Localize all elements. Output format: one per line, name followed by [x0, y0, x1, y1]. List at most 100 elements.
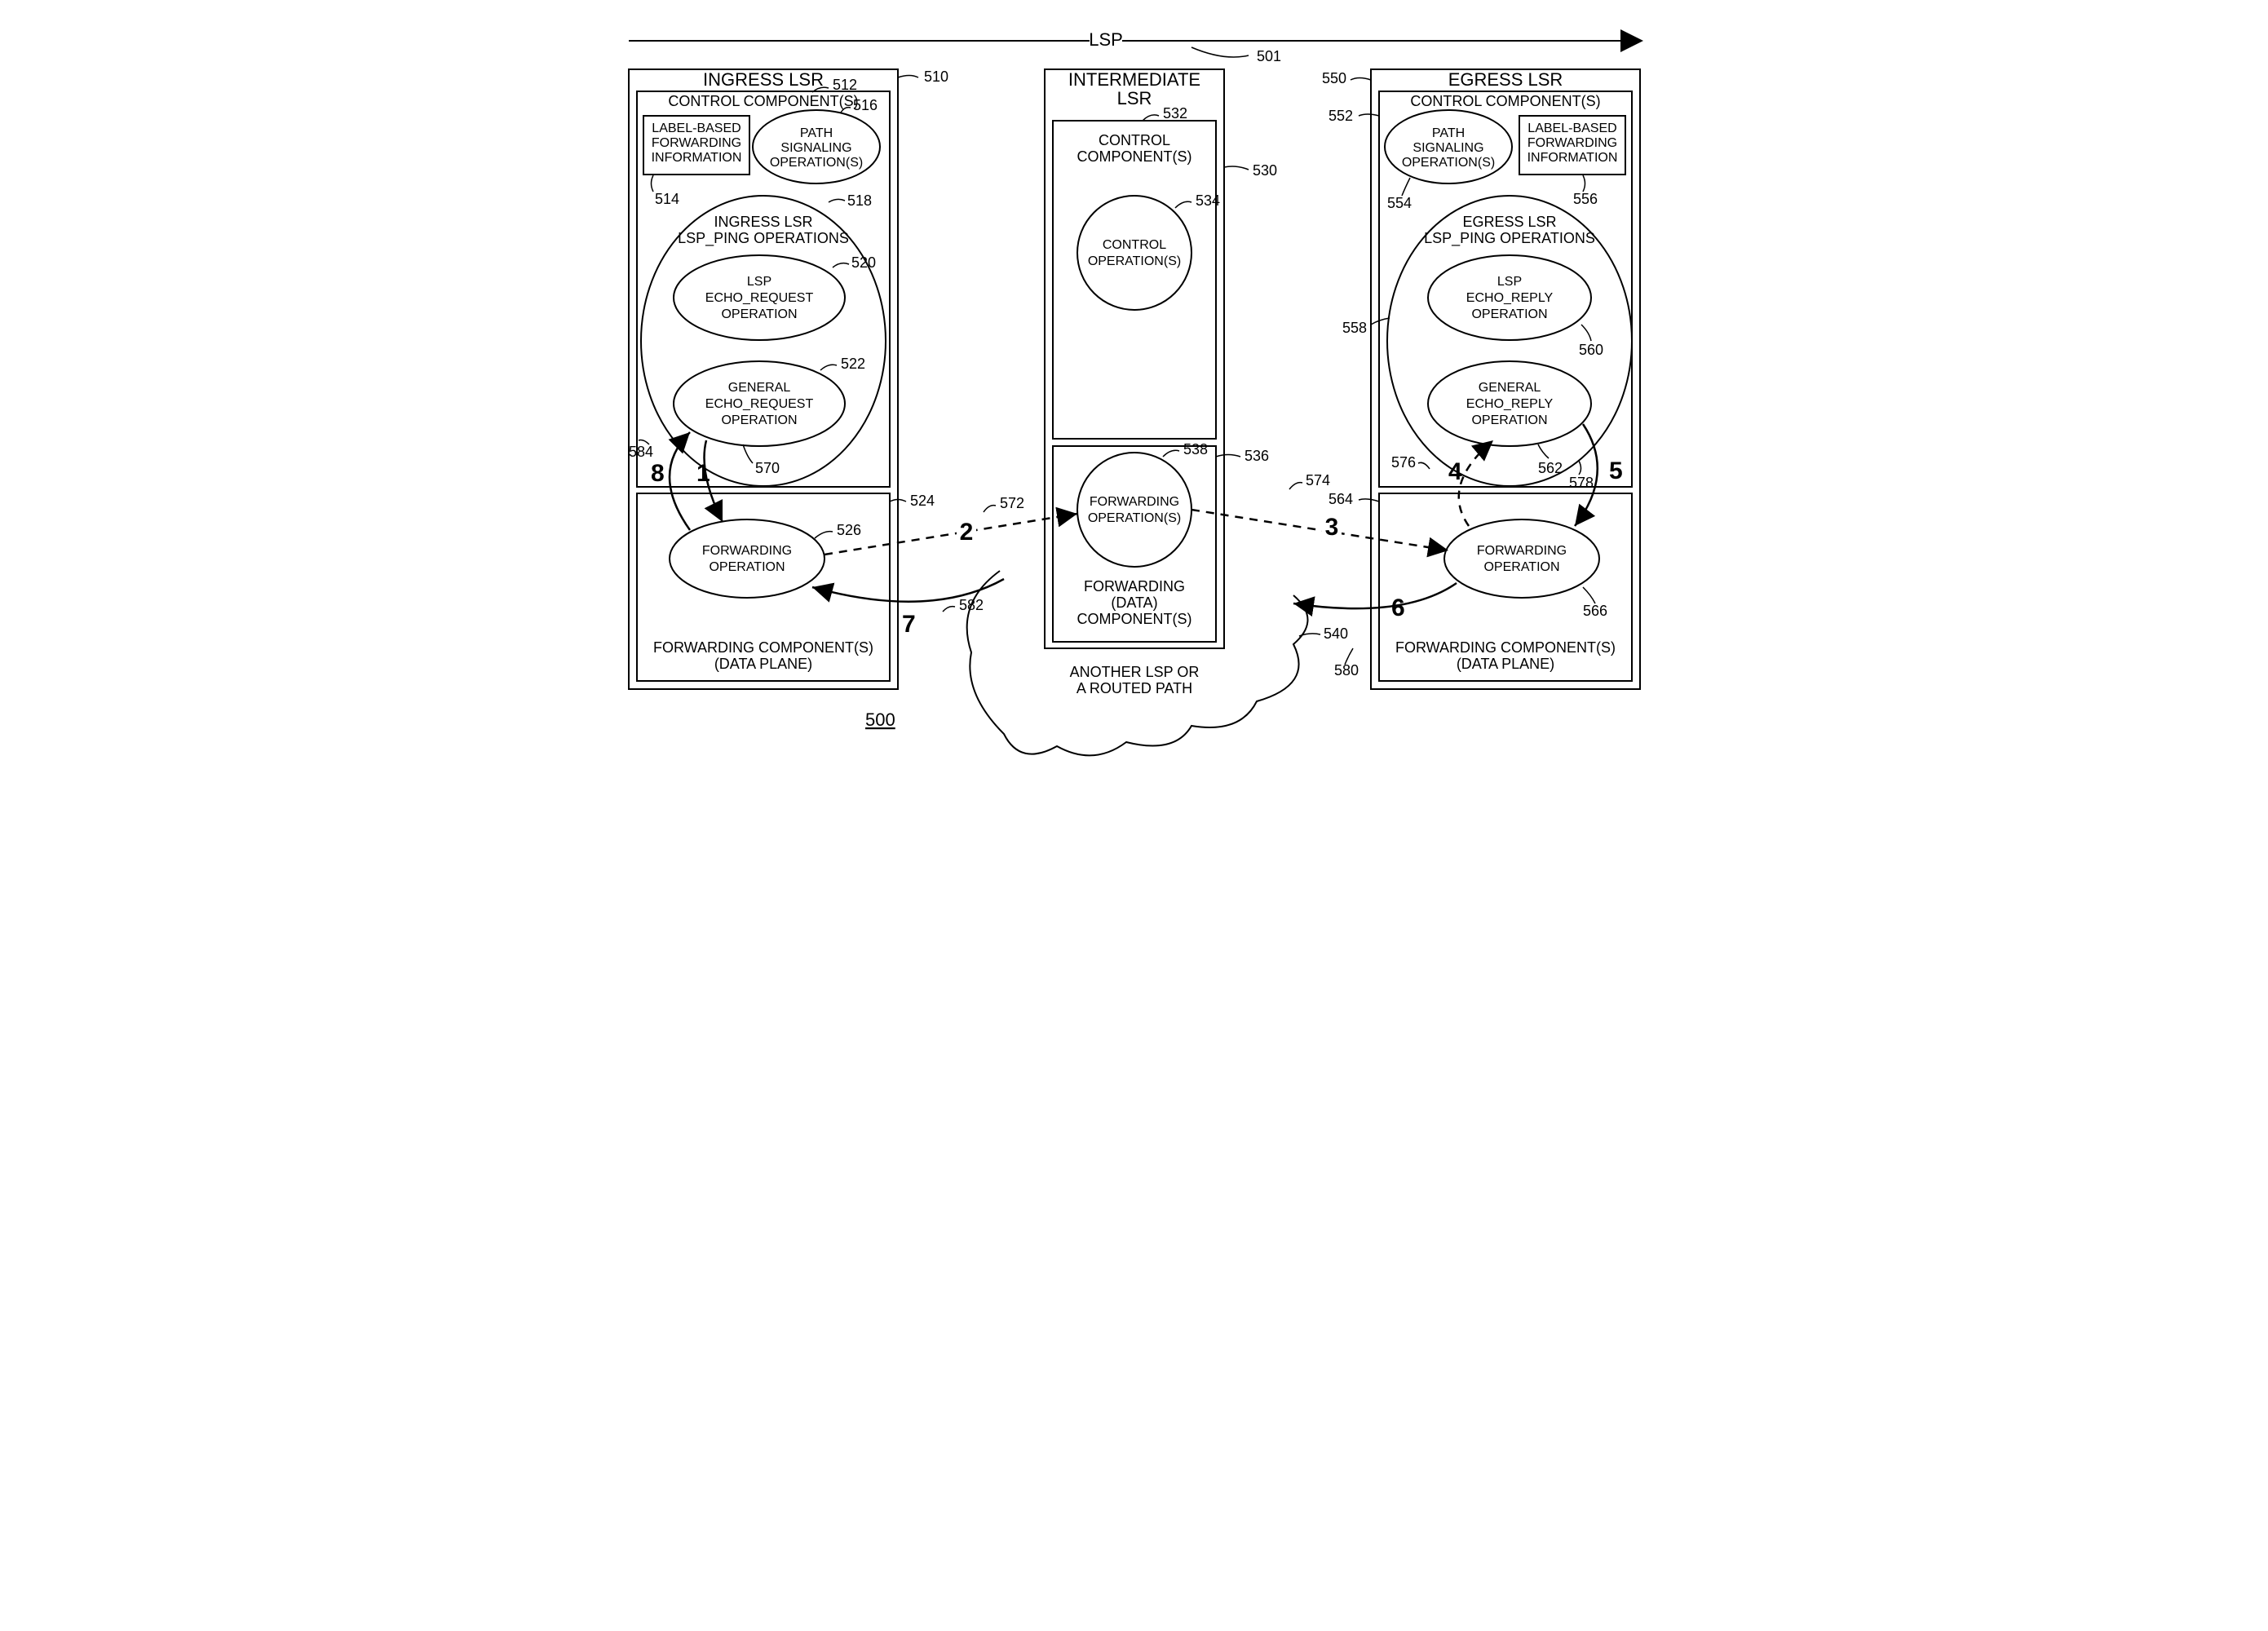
svg-text:OPERATION: OPERATION	[709, 560, 785, 574]
ref-560: 560	[1579, 342, 1603, 358]
svg-text:ECHO_REPLY: ECHO_REPLY	[1466, 397, 1553, 411]
svg-text:CONTROL: CONTROL	[1098, 132, 1169, 148]
svg-text:COMPONENT(S): COMPONENT(S)	[1077, 148, 1191, 165]
svg-text:ECHO_REQUEST: ECHO_REQUEST	[705, 397, 813, 411]
ref-572: 572	[1000, 495, 1024, 511]
svg-text:LSP: LSP	[746, 275, 771, 289]
step-4: 4	[1448, 458, 1462, 485]
ref-584: 584	[629, 444, 653, 460]
step-2: 2	[959, 519, 973, 546]
egress-fwd-op	[1444, 519, 1599, 598]
svg-text:ANOTHER LSP OR: ANOTHER LSP OR	[1069, 664, 1199, 680]
svg-text:LABEL-BASED: LABEL-BASED	[652, 122, 741, 135]
svg-text:FORWARDING: FORWARDING	[1084, 578, 1185, 594]
ref-558: 558	[1342, 320, 1367, 336]
svg-text:INTERMEDIATE: INTERMEDIATE	[1068, 69, 1200, 90]
ref-534: 534	[1196, 192, 1220, 209]
step-3: 3	[1324, 514, 1338, 541]
svg-text:OPERATION: OPERATION	[721, 307, 797, 321]
svg-text:A ROUTED PATH: A ROUTED PATH	[1076, 680, 1191, 696]
egress-control-title: CONTROL COMPONENT(S)	[1410, 93, 1600, 109]
ref-501: 501	[1257, 48, 1281, 64]
arrow-2	[825, 514, 1077, 555]
ref-574: 574	[1306, 472, 1330, 488]
arrow-3	[1191, 510, 1448, 550]
svg-text:SIGNALING: SIGNALING	[780, 141, 851, 155]
svg-text:OPERATION(S): OPERATION(S)	[1087, 511, 1180, 525]
ref-578: 578	[1569, 475, 1594, 491]
ref-536: 536	[1245, 448, 1269, 464]
diagram: LSP 501 INGRESS LSR 510 CONTROL COMPONEN…	[604, 16, 1665, 791]
ref-522: 522	[841, 356, 865, 372]
ref-550: 550	[1322, 70, 1346, 86]
lsp-label: LSP	[1089, 29, 1123, 50]
ref-520: 520	[851, 254, 876, 271]
svg-text:LSP_PING OPERATIONS: LSP_PING OPERATIONS	[678, 230, 849, 247]
ref-576: 576	[1391, 454, 1416, 471]
step-1: 1	[696, 460, 710, 487]
ingress-control-title: CONTROL COMPONENT(S)	[668, 93, 858, 109]
svg-text:OPERATION(S): OPERATION(S)	[769, 156, 862, 170]
svg-text:PATH: PATH	[1431, 126, 1464, 140]
svg-text:(DATA PLANE): (DATA PLANE)	[1456, 656, 1554, 672]
intermediate-control-op	[1077, 196, 1191, 310]
ref-512: 512	[833, 77, 857, 93]
svg-text:LSP_PING OPERATIONS: LSP_PING OPERATIONS	[1424, 230, 1595, 247]
step-8: 8	[651, 460, 665, 487]
svg-text:OPERATION: OPERATION	[721, 413, 797, 427]
figure-number: 500	[865, 709, 895, 730]
ref-532: 532	[1163, 105, 1187, 122]
ref-516: 516	[853, 97, 878, 113]
step-5: 5	[1609, 457, 1623, 484]
ref-526: 526	[837, 522, 861, 538]
ref-540: 540	[1324, 625, 1348, 642]
step-6: 6	[1391, 594, 1405, 621]
step-7: 7	[902, 611, 916, 638]
svg-text:CONTROL: CONTROL	[1102, 238, 1165, 252]
svg-text:FORWARDING COMPONENT(S): FORWARDING COMPONENT(S)	[653, 639, 873, 656]
svg-text:OPERATION(S): OPERATION(S)	[1087, 254, 1180, 268]
svg-text:INGRESS LSR: INGRESS LSR	[714, 214, 812, 230]
svg-text:OPERATION: OPERATION	[1483, 560, 1559, 574]
svg-text:GENERAL: GENERAL	[1478, 381, 1541, 395]
svg-text:FORWARDING COMPONENT(S): FORWARDING COMPONENT(S)	[1395, 639, 1616, 656]
ref-530: 530	[1253, 162, 1277, 179]
egress-title: EGRESS LSR	[1448, 69, 1563, 90]
svg-text:INFORMATION: INFORMATION	[1527, 151, 1617, 165]
svg-text:FORWARDING: FORWARDING	[701, 544, 791, 558]
arrow-6	[1293, 583, 1457, 608]
svg-text:GENERAL: GENERAL	[727, 381, 790, 395]
intermediate-control-box	[1053, 121, 1216, 439]
ingress-fwd-op	[670, 519, 825, 598]
svg-text:FORWARDING: FORWARDING	[1476, 544, 1566, 558]
ref-582: 582	[959, 597, 984, 613]
svg-text:(DATA PLANE): (DATA PLANE)	[714, 656, 811, 672]
svg-text:FORWARDING: FORWARDING	[1527, 136, 1616, 150]
svg-text:(DATA): (DATA)	[1111, 594, 1157, 611]
ref-518: 518	[847, 192, 872, 209]
ref-552: 552	[1329, 108, 1353, 124]
intermediate-fwd-op	[1077, 453, 1191, 567]
svg-text:COMPONENT(S): COMPONENT(S)	[1077, 611, 1191, 627]
svg-text:OPERATION: OPERATION	[1471, 307, 1547, 321]
ref-566: 566	[1583, 603, 1607, 619]
ref-570: 570	[755, 460, 780, 476]
ingress-title: INGRESS LSR	[703, 69, 824, 90]
ref-562: 562	[1538, 460, 1563, 476]
svg-text:LABEL-BASED: LABEL-BASED	[1527, 122, 1616, 135]
svg-text:SIGNALING: SIGNALING	[1413, 141, 1483, 155]
ref-556: 556	[1573, 191, 1598, 207]
svg-text:INFORMATION: INFORMATION	[651, 151, 741, 165]
svg-text:LSP: LSP	[1497, 275, 1521, 289]
svg-text:ECHO_REQUEST: ECHO_REQUEST	[705, 291, 813, 305]
svg-text:OPERATION(S): OPERATION(S)	[1401, 156, 1494, 170]
svg-text:ECHO_REPLY: ECHO_REPLY	[1466, 291, 1553, 305]
ref-580: 580	[1334, 662, 1359, 678]
svg-text:FORWARDING: FORWARDING	[651, 136, 741, 150]
svg-text:LSR: LSR	[1116, 88, 1152, 108]
ref-554: 554	[1387, 195, 1412, 211]
ref-524: 524	[910, 493, 935, 509]
svg-text:EGRESS LSR: EGRESS LSR	[1462, 214, 1556, 230]
ref-538: 538	[1183, 441, 1208, 457]
ref-514: 514	[655, 191, 679, 207]
